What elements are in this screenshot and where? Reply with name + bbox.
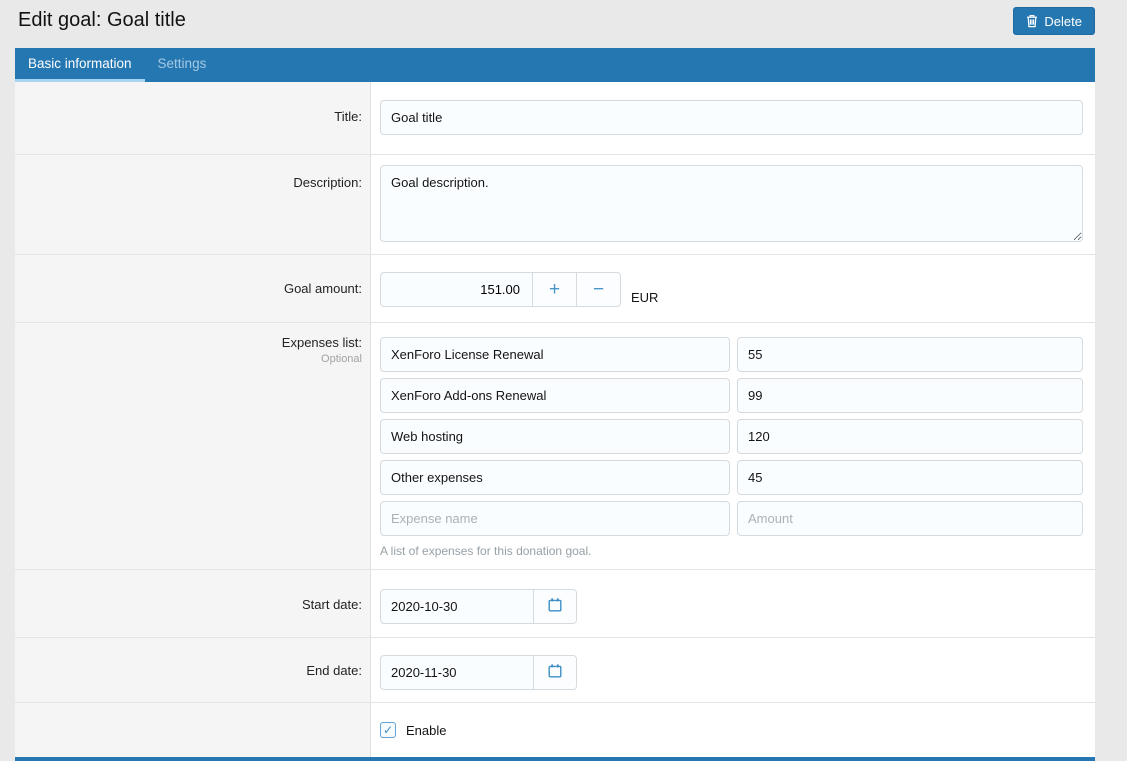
expense-name-placeholder-input[interactable] [380, 501, 730, 536]
expense-amount-input[interactable] [737, 419, 1083, 454]
end-date-calendar-button[interactable] [533, 656, 576, 689]
expense-name-input[interactable] [380, 419, 730, 454]
currency-label: EUR [631, 280, 658, 315]
expense-name-input[interactable] [380, 460, 730, 495]
expenses-hint: A list of expenses for this donation goa… [380, 544, 1083, 558]
page-title: Edit goal: Goal title [18, 9, 186, 32]
start-date-row: Start date: [15, 570, 1095, 638]
expense-pair [380, 419, 1083, 454]
title-row: Title: [15, 82, 1095, 155]
expenses-label-cell: Expenses list: Optional [15, 323, 371, 569]
tab-basic-information-label: Basic information [28, 56, 132, 71]
goal-amount-stepper: + − [380, 272, 621, 307]
expense-pair [380, 337, 1083, 372]
end-date-input[interactable] [381, 656, 533, 689]
enable-checkbox-wrap[interactable]: ✓ Enable [380, 722, 1083, 738]
end-date-label: End date: [15, 638, 371, 702]
edit-goal-panel: Basic information Settings Title: Descri… [15, 48, 1095, 761]
expense-pair [380, 460, 1083, 495]
title-input[interactable] [380, 100, 1083, 135]
end-date-group [380, 655, 577, 690]
delete-button-label: Delete [1044, 14, 1082, 29]
start-date-calendar-button[interactable] [533, 590, 576, 623]
calendar-icon [547, 663, 563, 682]
plus-icon: + [549, 279, 560, 301]
trash-icon [1026, 14, 1038, 28]
enable-label: Enable [406, 723, 446, 738]
start-date-label: Start date: [15, 570, 371, 637]
enable-row: ✓ Enable [15, 703, 1095, 757]
description-textarea[interactable]: Goal description. [380, 165, 1083, 242]
end-date-row: End date: [15, 638, 1095, 703]
title-label: Title: [15, 82, 371, 154]
expense-name-input[interactable] [380, 378, 730, 413]
tab-bar: Basic information Settings [15, 48, 1095, 82]
enable-checkbox[interactable]: ✓ [380, 722, 396, 738]
goal-amount-label: Goal amount: [15, 255, 371, 322]
goal-amount-input[interactable] [381, 273, 532, 306]
goal-amount-row: Goal amount: + − EUR [15, 255, 1095, 323]
calendar-icon [547, 597, 563, 616]
expense-amount-input[interactable] [737, 337, 1083, 372]
expense-name-input[interactable] [380, 337, 730, 372]
expense-amount-input[interactable] [737, 460, 1083, 495]
description-label: Description: [15, 155, 371, 254]
expenses-label: Expenses list: [15, 335, 362, 350]
footer-bar [15, 757, 1095, 761]
page-header: Edit goal: Goal title Delete [0, 0, 1127, 48]
optional-note: Optional [15, 353, 362, 365]
tab-basic-information[interactable]: Basic information [15, 48, 145, 82]
decrement-button[interactable]: − [576, 273, 620, 306]
expenses-row: Expenses list: Optional A list of expens… [15, 323, 1095, 570]
expense-amount-placeholder-input[interactable] [737, 501, 1083, 536]
description-row: Description: Goal description. [15, 155, 1095, 255]
start-date-group [380, 589, 577, 624]
expense-pair [380, 378, 1083, 413]
start-date-input[interactable] [381, 590, 533, 623]
enable-label-cell [15, 703, 371, 757]
expense-placeholder-pair [380, 501, 1083, 536]
expense-amount-input[interactable] [737, 378, 1083, 413]
delete-button[interactable]: Delete [1013, 7, 1095, 35]
tab-settings-label: Settings [158, 56, 207, 71]
tab-settings[interactable]: Settings [145, 48, 220, 82]
expense-list [380, 337, 1083, 495]
increment-button[interactable]: + [532, 273, 576, 306]
minus-icon: − [593, 279, 604, 301]
